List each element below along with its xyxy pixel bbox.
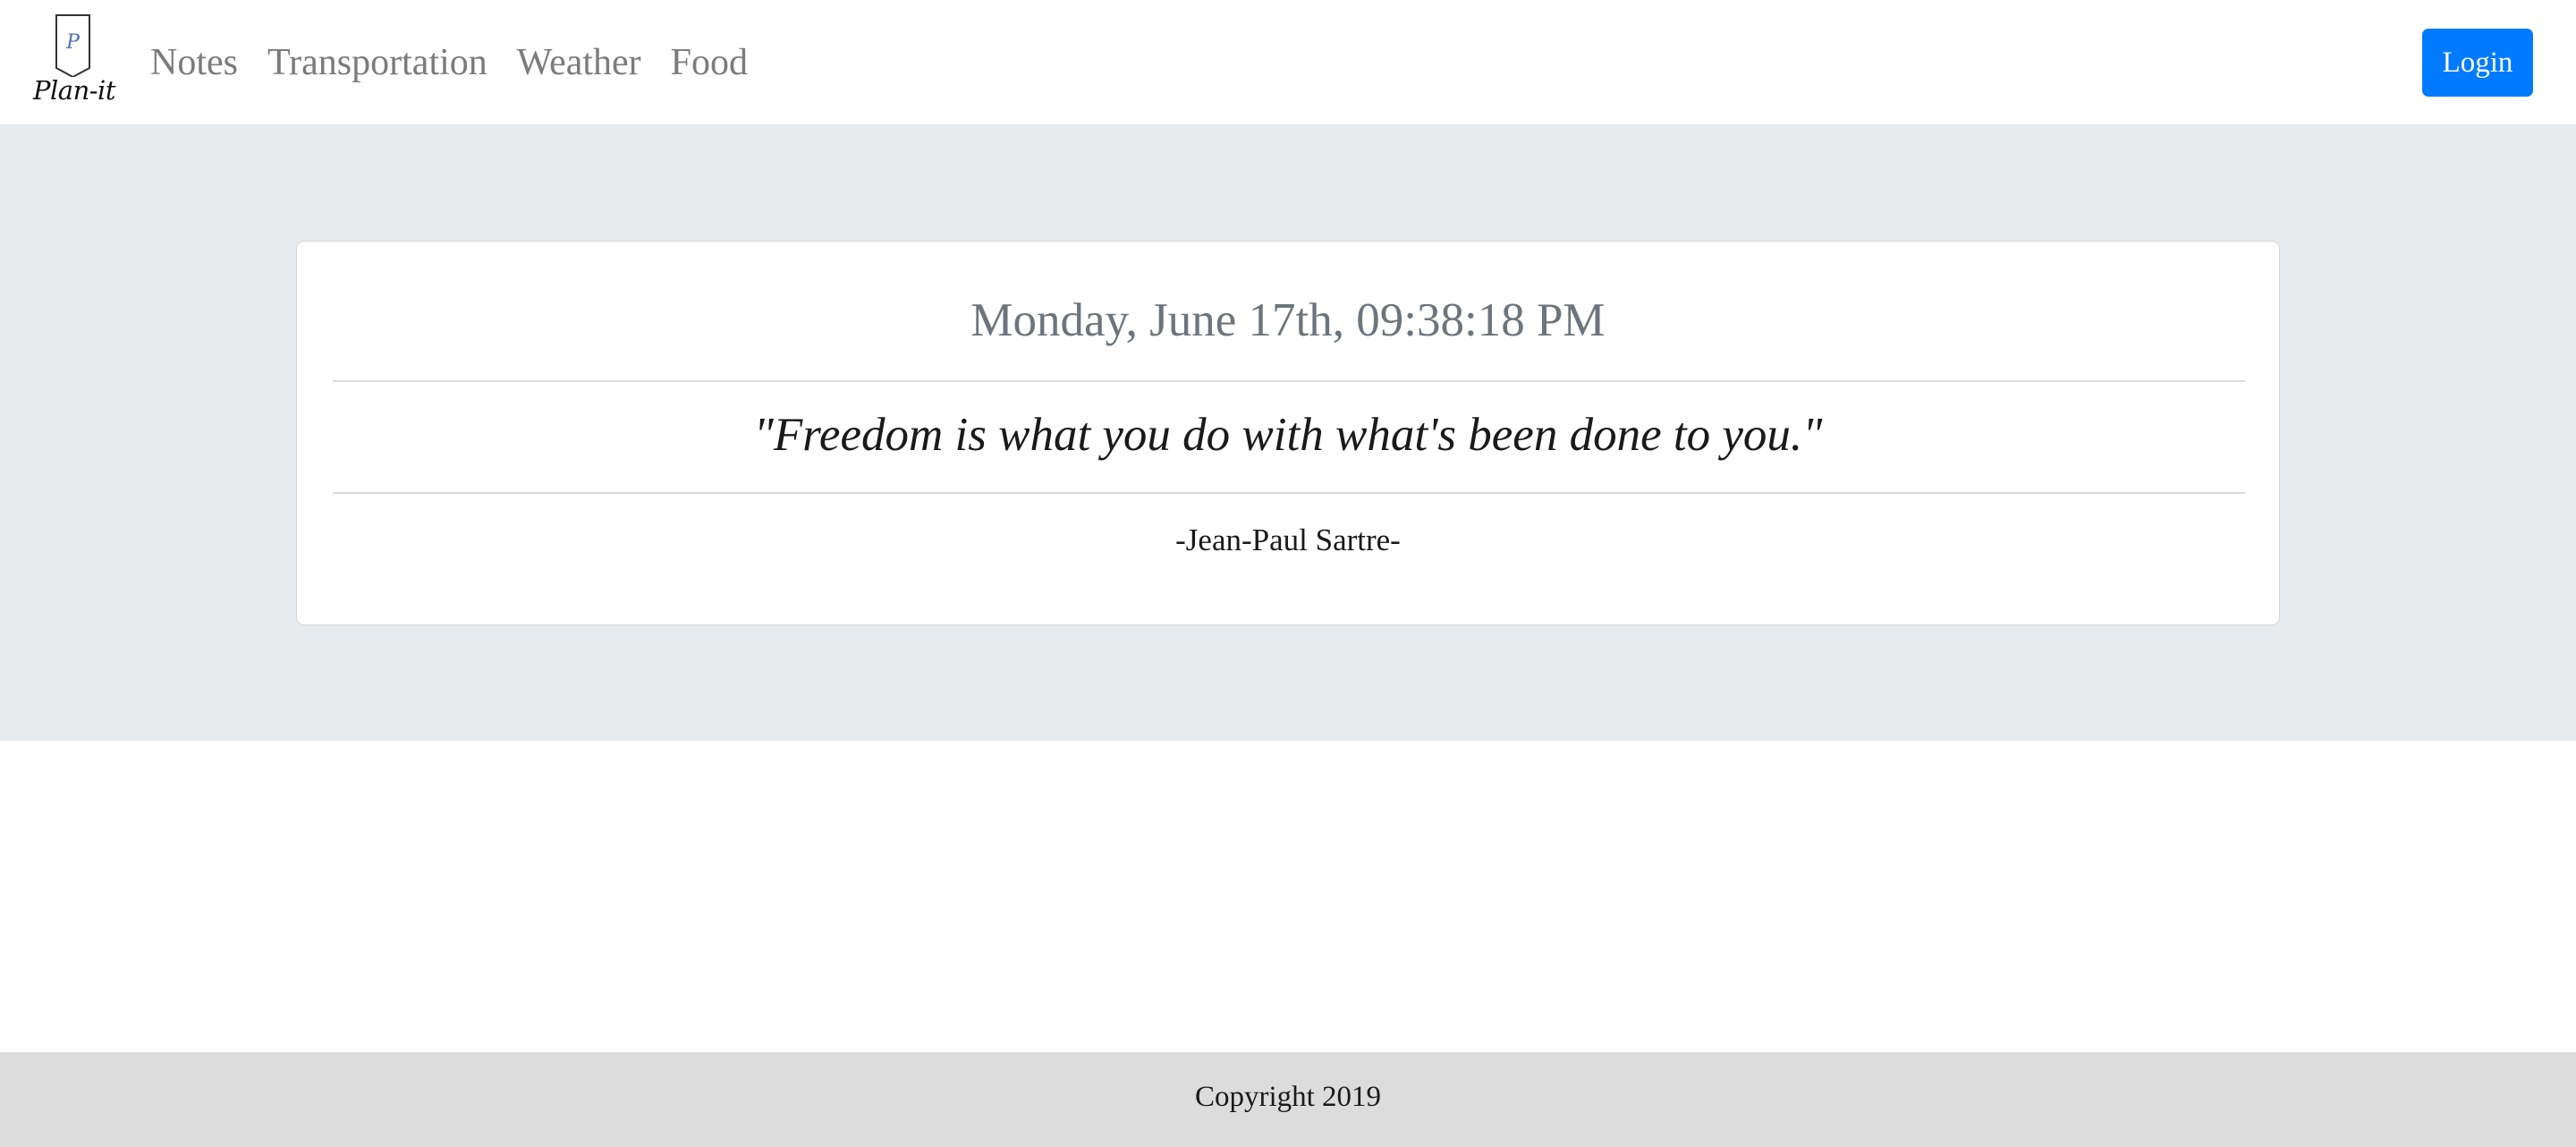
page-footer: Copyright 2019	[0, 1052, 2576, 1147]
divider	[333, 380, 2245, 382]
brand-name: Plan-it	[33, 75, 115, 106]
nav-link-weather[interactable]: Weather	[517, 41, 641, 84]
top-navbar: P Plan-it Notes Transportation Weather F…	[0, 0, 2576, 125]
hero-section: Monday, June 17th, 09:38:18 PM "Freedom …	[0, 125, 2576, 741]
current-datetime: Monday, June 17th, 09:38:18 PM	[970, 294, 1606, 346]
quote-card: Monday, June 17th, 09:38:18 PM "Freedom …	[296, 241, 2280, 625]
login-button[interactable]: Login	[2422, 29, 2533, 97]
brand-logo[interactable]: P Plan-it	[25, 13, 123, 111]
nav-links: Notes Transportation Weather Food	[150, 39, 748, 86]
divider	[333, 492, 2245, 494]
copyright-text: Copyright 2019	[1194, 1081, 1382, 1113]
nav-link-food[interactable]: Food	[671, 41, 748, 84]
quote-author: -Jean-Paul Sartre-	[1175, 523, 1401, 557]
logo-letter: P	[65, 31, 80, 54]
nav-link-transportation[interactable]: Transportation	[267, 41, 487, 84]
quote-text: "Freedom is what you do with what's been…	[753, 409, 1823, 461]
bookmark-logo-icon: P	[25, 13, 123, 77]
nav-link-notes[interactable]: Notes	[150, 41, 238, 84]
